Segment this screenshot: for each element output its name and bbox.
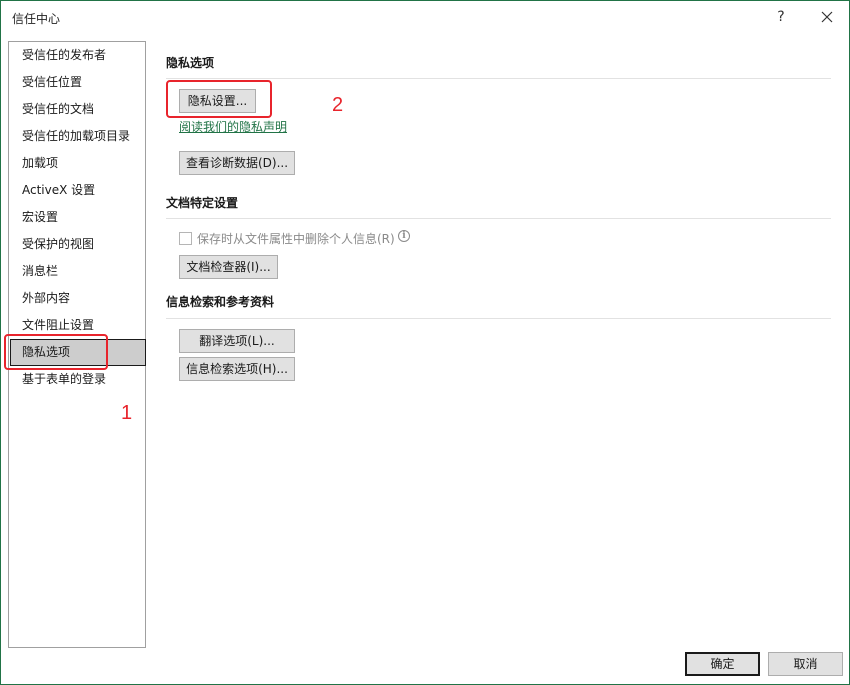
section-divider xyxy=(166,78,831,79)
sidebar-item-message-bar[interactable]: 消息栏 xyxy=(10,258,146,285)
view-diagnostic-data-button[interactable]: 查看诊断数据(D)... xyxy=(179,151,295,175)
remove-personal-info-checkbox[interactable] xyxy=(179,232,192,245)
sidebar-item-form-based-sign-in[interactable]: 基于表单的登录 xyxy=(10,366,146,393)
sidebar-item-trusted-documents[interactable]: 受信任的文档 xyxy=(10,96,146,123)
sidebar-item-trusted-publishers[interactable]: 受信任的发布者 xyxy=(10,42,146,69)
annotation-number-2: 2 xyxy=(332,94,344,116)
sidebar-item-activex-settings[interactable]: ActiveX 设置 xyxy=(10,177,146,204)
window-title: 信任中心 xyxy=(12,12,61,26)
title-bar: 信任中心 ? xyxy=(1,1,849,35)
sidebar-item-trusted-addin-catalogs[interactable]: 受信任的加载项目录 xyxy=(10,123,146,150)
cancel-button[interactable]: 取消 xyxy=(768,652,843,676)
help-button[interactable]: ? xyxy=(769,5,793,29)
translation-options-button[interactable]: 翻译选项(L)... xyxy=(179,329,295,353)
sidebar-item-addins[interactable]: 加载项 xyxy=(10,150,146,177)
section-divider xyxy=(166,318,831,319)
section-divider xyxy=(166,218,831,219)
document-inspector-button[interactable]: 文档检查器(I)... xyxy=(179,255,278,279)
sidebar-item-macro-settings[interactable]: 宏设置 xyxy=(10,204,146,231)
close-icon xyxy=(821,11,833,23)
close-button[interactable] xyxy=(813,5,841,29)
annotation-box-step-1 xyxy=(4,334,108,370)
annotation-box-step-2 xyxy=(166,80,272,118)
research-options-button[interactable]: 信息检索选项(H)... xyxy=(179,357,295,381)
sidebar-item-protected-view[interactable]: 受保护的视图 xyxy=(10,231,146,258)
sidebar-item-external-content[interactable]: 外部内容 xyxy=(10,285,146,312)
info-icon: i xyxy=(398,230,410,242)
privacy-statement-link[interactable]: 阅读我们的隐私声明 xyxy=(179,118,287,135)
research-section-title: 信息检索和参考资料 xyxy=(166,295,275,309)
remove-personal-info-label: 保存时从文件属性中删除个人信息(R) xyxy=(197,232,395,246)
ok-button[interactable]: 确定 xyxy=(685,652,760,676)
trust-center-dialog: 信任中心 ? 受信任的发布者 受信任位置 受信任的文档 受信任的加载项目录 加载… xyxy=(0,0,850,685)
privacy-section-title: 隐私选项 xyxy=(166,56,215,70)
sidebar-item-trusted-locations[interactable]: 受信任位置 xyxy=(10,69,146,96)
annotation-number-1: 1 xyxy=(121,402,133,424)
document-settings-section-title: 文档特定设置 xyxy=(166,196,239,210)
